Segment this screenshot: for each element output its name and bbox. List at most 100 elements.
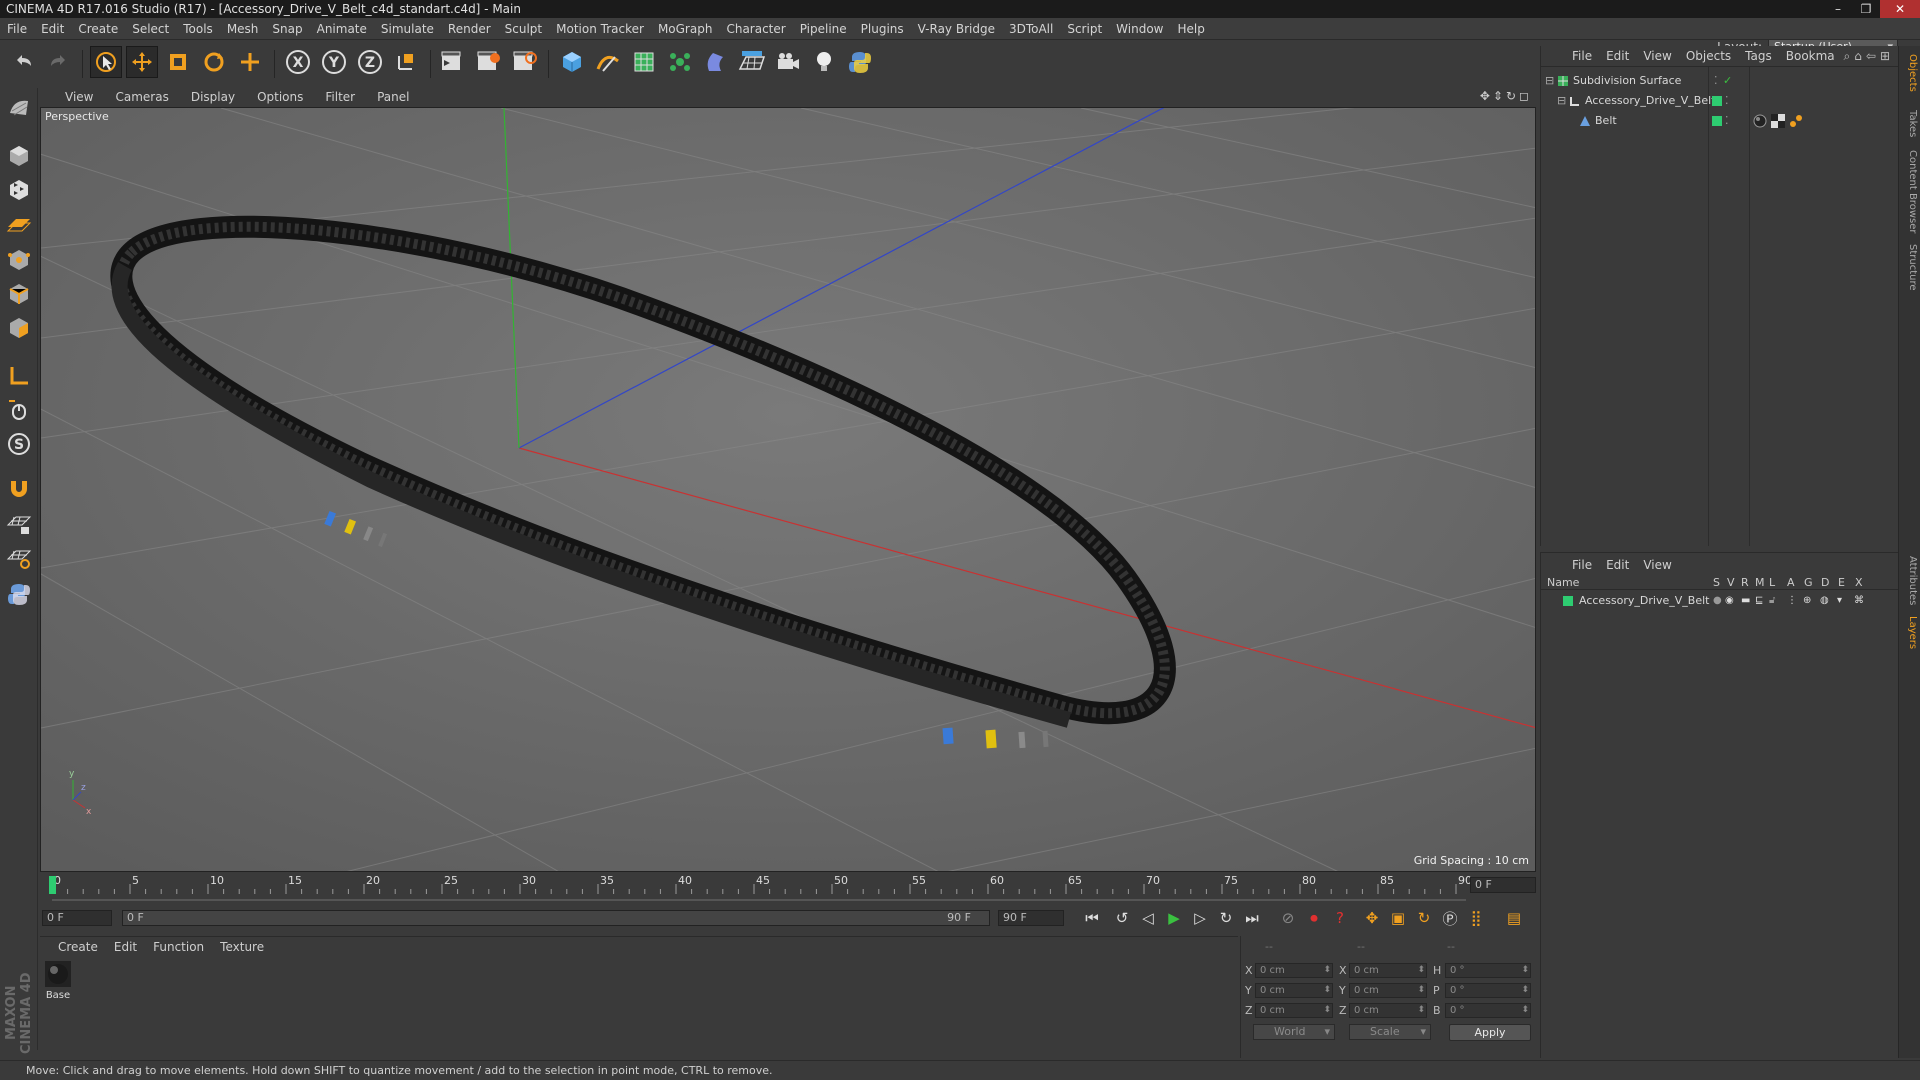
menu-tools[interactable]: Tools xyxy=(176,22,220,36)
render-view-icon[interactable] xyxy=(436,46,468,78)
layer-col-v[interactable]: V xyxy=(1727,576,1735,589)
polygons-mode-icon[interactable] xyxy=(3,312,35,344)
layer-manager-icon[interactable]: ⊑ xyxy=(1755,592,1763,610)
deformer-icon[interactable] xyxy=(700,46,732,78)
rotate-icon[interactable] xyxy=(198,46,230,78)
menu-snap[interactable]: Snap xyxy=(265,22,309,36)
subdivision-surface-icon[interactable] xyxy=(628,46,660,78)
play-icon[interactable]: ▶ xyxy=(1162,906,1186,930)
layer-col-s[interactable]: S xyxy=(1713,576,1720,589)
viewport-menu-view[interactable]: View xyxy=(54,90,104,104)
rotation-b-field[interactable]: 0 ° xyxy=(1445,1003,1531,1018)
playhead[interactable] xyxy=(49,876,56,894)
autokey-icon[interactable]: ⏺ xyxy=(1302,906,1326,930)
key-rotation-icon[interactable]: ↻ xyxy=(1412,906,1436,930)
menu-plugins[interactable]: Plugins xyxy=(854,22,911,36)
viewport-dolly-icon[interactable]: ⇕ xyxy=(1493,89,1506,103)
menu-sculpt[interactable]: Sculpt xyxy=(498,22,549,36)
layer-col-l[interactable]: L xyxy=(1769,576,1775,589)
minimize-button[interactable]: – xyxy=(1824,0,1852,18)
texture-mode-icon[interactable] xyxy=(3,174,35,206)
close-button[interactable]: ✕ xyxy=(1880,0,1920,18)
position-x-field[interactable]: 0 cm xyxy=(1255,963,1333,978)
x-axis-lock-icon[interactable]: X xyxy=(282,46,314,78)
menu-animate[interactable]: Animate xyxy=(310,22,374,36)
solo-mode-icon[interactable]: S xyxy=(3,428,35,460)
material-menu-edit[interactable]: Edit xyxy=(106,940,145,954)
tab-takes[interactable]: Takes xyxy=(1902,110,1918,137)
transform-icon[interactable] xyxy=(234,46,266,78)
menu-vray-bridge[interactable]: V-Ray Bridge xyxy=(911,22,1002,36)
layer-xref-icon[interactable]: ⌘ xyxy=(1854,592,1864,610)
previous-key-icon[interactable]: ↺ xyxy=(1110,906,1134,930)
visibility-dots-icon[interactable]: ⁚ xyxy=(1725,92,1729,110)
object-menu-objects[interactable]: Objects xyxy=(1679,49,1738,63)
menu-mesh[interactable]: Mesh xyxy=(220,22,266,36)
mograph-cloner-icon[interactable] xyxy=(664,46,696,78)
cube-object-icon[interactable] xyxy=(556,46,588,78)
perspective-viewport[interactable]: y z x Perspective Grid Spacing : 10 cm xyxy=(40,107,1536,872)
layer-lock-icon[interactable]: 🔓︎ xyxy=(1769,592,1775,610)
object-new-view-icon[interactable]: ⊞ xyxy=(1880,49,1894,63)
menu-render[interactable]: Render xyxy=(441,22,498,36)
layer-col-r[interactable]: R xyxy=(1741,576,1749,589)
move-icon[interactable] xyxy=(126,46,158,78)
timeline-ruler[interactable]: 0 5 10 15 20 25 30 35 40 45 50 55 60 65 70 75 80 85 90 0 F xyxy=(40,874,1538,896)
layer-row[interactable]: Accessory_Drive_V_Belt ● ◉ ▬ ⊑ 🔓︎ ⋮ ⊕ ◍ … xyxy=(1541,592,1899,610)
rotation-h-field[interactable]: 0 ° xyxy=(1445,963,1531,978)
layer-color-swatch[interactable] xyxy=(1712,116,1722,126)
viewport-rotate-icon[interactable]: ↻ xyxy=(1506,89,1519,103)
timeline-window-icon[interactable]: ▤ xyxy=(1502,906,1526,930)
spline-pen-icon[interactable] xyxy=(592,46,624,78)
live-selection-icon[interactable] xyxy=(90,46,122,78)
layer-col-d[interactable]: D xyxy=(1821,576,1829,589)
layer-col-x[interactable]: X xyxy=(1855,576,1863,589)
expand-toggle-icon[interactable]: ⊟ xyxy=(1545,72,1554,90)
locked-workplane-icon[interactable] xyxy=(3,508,35,540)
tweak-mode-icon[interactable] xyxy=(3,394,35,426)
layer-menu-file[interactable]: File xyxy=(1565,558,1599,572)
layer-solo-icon[interactable]: ● xyxy=(1713,592,1722,610)
texture-tag-icon[interactable] xyxy=(1771,114,1785,128)
menu-motion-tracker[interactable]: Motion Tracker xyxy=(549,22,651,36)
key-scale-icon[interactable]: ▣ xyxy=(1386,906,1410,930)
menu-character[interactable]: Character xyxy=(719,22,792,36)
layer-menu-edit[interactable]: Edit xyxy=(1599,558,1636,572)
menu-edit[interactable]: Edit xyxy=(34,22,71,36)
menu-window[interactable]: Window xyxy=(1109,22,1170,36)
end-frame-field[interactable]: 90 F xyxy=(998,910,1064,926)
viewport-menu-filter[interactable]: Filter xyxy=(314,90,366,104)
maximize-button[interactable]: ❐ xyxy=(1852,0,1880,18)
position-y-field[interactable]: 0 cm xyxy=(1255,983,1333,998)
layer-animation-icon[interactable]: ⋮ xyxy=(1787,592,1797,610)
tab-layers[interactable]: Layers xyxy=(1902,616,1918,649)
object-menu-bookmarks[interactable]: Bookma xyxy=(1779,49,1842,63)
object-menu-tags[interactable]: Tags xyxy=(1738,49,1779,63)
material-menu-texture[interactable]: Texture xyxy=(212,940,272,954)
key-parameter-icon[interactable]: Ⓟ xyxy=(1438,906,1462,930)
render-picture-viewer-icon[interactable] xyxy=(472,46,504,78)
object-row-subdivision-surface[interactable]: ⊟ Subdivision Surface ⁚ ✓ xyxy=(1541,72,1899,90)
layer-col-g[interactable]: G xyxy=(1804,576,1813,589)
start-frame-field[interactable]: 0 F xyxy=(42,910,112,926)
layer-color-swatch[interactable] xyxy=(1563,596,1573,606)
keyframe-selection-icon[interactable]: ? xyxy=(1328,906,1352,930)
visibility-dots-icon[interactable]: ⁚ xyxy=(1714,72,1718,90)
python-icon[interactable] xyxy=(844,46,876,78)
model-mode-icon[interactable] xyxy=(3,140,35,172)
menu-help[interactable]: Help xyxy=(1170,22,1211,36)
menu-select[interactable]: Select xyxy=(125,22,176,36)
planar-workplane-icon[interactable] xyxy=(3,542,35,574)
position-z-field[interactable]: 0 cm xyxy=(1255,1003,1333,1018)
viewport-pan-icon[interactable]: ✥ xyxy=(1480,89,1493,103)
menu-script[interactable]: Script xyxy=(1060,22,1109,36)
coordinate-mode-select[interactable]: Scale xyxy=(1349,1024,1431,1040)
apply-button[interactable]: Apply xyxy=(1449,1024,1531,1041)
menu-simulate[interactable]: Simulate xyxy=(374,22,441,36)
phong-tag-icon[interactable] xyxy=(1789,114,1803,128)
workplane-icon[interactable] xyxy=(3,208,35,240)
light-icon[interactable] xyxy=(808,46,840,78)
size-z-field[interactable]: 0 cm xyxy=(1349,1003,1427,1018)
viewport-menu-display[interactable]: Display xyxy=(180,90,246,104)
expand-toggle-icon[interactable]: ⊟ xyxy=(1557,92,1566,110)
